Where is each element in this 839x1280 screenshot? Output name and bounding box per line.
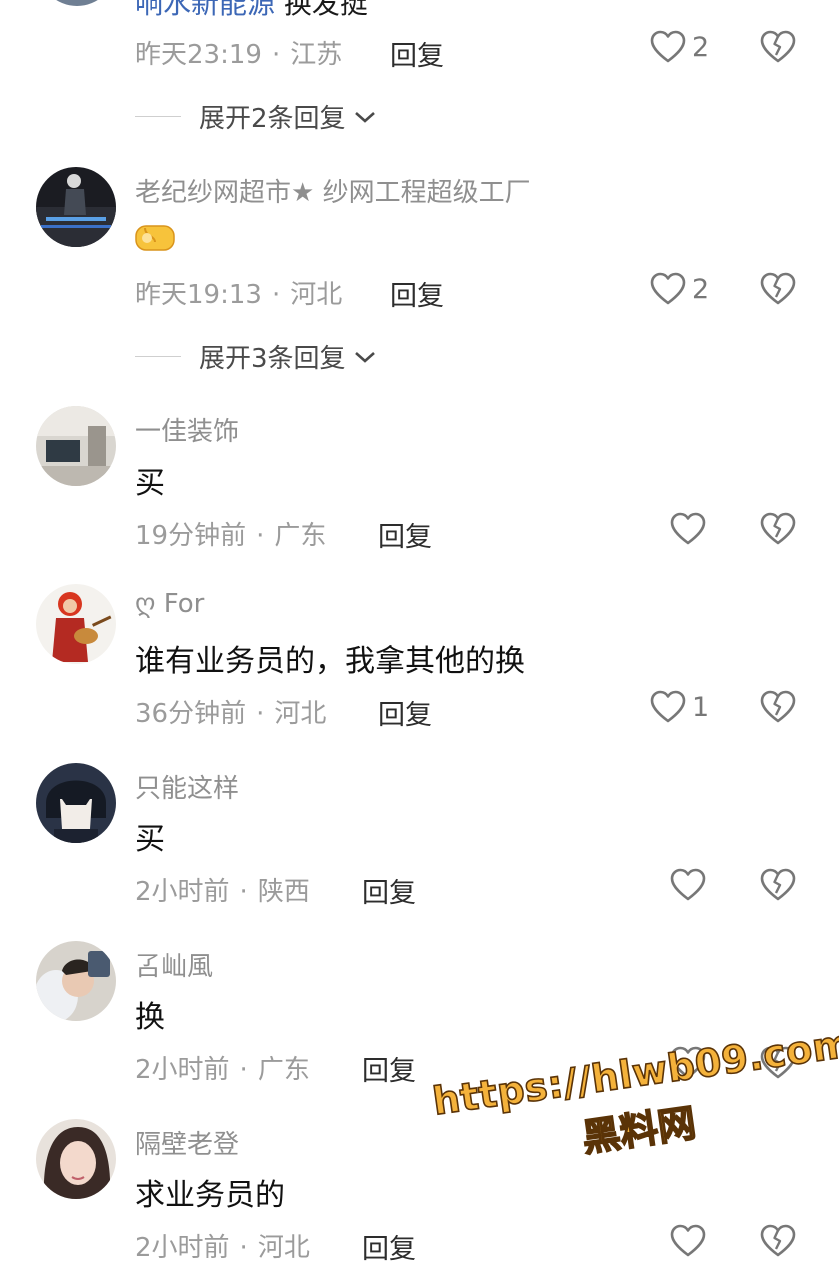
like-button[interactable] [670, 868, 712, 902]
like-count: 2 [692, 273, 710, 305]
mention-link[interactable]: 响水新能源 [135, 0, 275, 20]
comment-meta: 19分钟前 · 广东 [135, 521, 327, 551]
avatar[interactable] [38, 0, 116, 6]
like-count: 1 [692, 691, 710, 723]
comment-time: 2小时前 [135, 1055, 230, 1085]
reply-button[interactable]: 回复 [362, 1049, 416, 1088]
comment-text-partial: 响水新能源 换发挺 [135, 0, 368, 22]
comment-time: 19分钟前 [135, 521, 247, 551]
dislike-button[interactable] [760, 272, 796, 306]
avatar[interactable] [36, 763, 116, 843]
username[interactable]: 叾屾風 [135, 946, 213, 983]
expand-replies-button[interactable]: 展开2条回复 [135, 98, 378, 135]
comment-location: 河北 [257, 1233, 310, 1263]
expand-replies-button[interactable]: 展开3条回复 [135, 338, 378, 375]
username[interactable]: 一佳装饰 [135, 411, 239, 448]
username[interactable]: 隔壁老登 [135, 1124, 239, 1161]
dislike-button[interactable] [760, 868, 796, 902]
watermark: https://hlwb09.com 黑料网 [429, 1020, 839, 1182]
avatar[interactable] [36, 406, 116, 486]
avatar[interactable] [36, 1119, 116, 1199]
comment-location: 江苏 [290, 40, 343, 70]
comment-time: 昨天19:13 [135, 280, 262, 310]
comment-meta: 昨天23:19 · 江苏 [135, 40, 343, 70]
broken-heart-icon [760, 690, 796, 723]
avatar[interactable] [36, 941, 116, 1021]
dislike-button[interactable] [760, 1224, 796, 1258]
comment-meta: 昨天19:13 · 河北 [135, 280, 343, 310]
like-button[interactable]: 2 [650, 272, 709, 306]
broken-heart-icon [760, 868, 796, 901]
fist-emoji-icon [135, 225, 175, 251]
comment-meta: 36分钟前 · 河北 [135, 699, 327, 729]
reply-button[interactable]: 回复 [378, 515, 432, 554]
comment-location: 广东 [274, 521, 327, 551]
divider-line [135, 116, 181, 117]
like-button[interactable]: 1 [650, 690, 709, 724]
comment-meta: 2小时前 · 广东 [135, 1055, 310, 1085]
comment-location: 广东 [257, 1055, 310, 1085]
reply-button[interactable]: 回复 [390, 34, 444, 73]
comment-location: 河北 [274, 699, 327, 729]
divider-line [135, 356, 181, 357]
like-count: 2 [692, 31, 710, 63]
reply-button[interactable]: 回复 [362, 1227, 416, 1266]
broken-heart-icon [760, 512, 796, 545]
comment-location: 河北 [290, 280, 343, 310]
comment-text: 买 [135, 822, 165, 857]
dislike-button[interactable] [760, 30, 796, 64]
username[interactable]: 只能这样 [135, 768, 239, 805]
heart-outline-icon [670, 1224, 706, 1257]
comment-time: 2小时前 [135, 877, 230, 907]
avatar[interactable] [36, 584, 116, 664]
like-button[interactable] [670, 512, 712, 546]
comment-time: 2小时前 [135, 1233, 230, 1263]
heart-outline-icon [650, 690, 686, 723]
comment-time: 36分钟前 [135, 699, 247, 729]
heart-outline-icon [670, 512, 706, 545]
comment-meta: 2小时前 · 陕西 [135, 877, 310, 907]
comment-meta: 2小时前 · 河北 [135, 1233, 310, 1263]
username[interactable]: ღ For [135, 589, 204, 619]
reply-button[interactable]: 回复 [390, 274, 444, 313]
username[interactable]: 老纪纱网超市★ 纱网工程超级工厂 [135, 172, 531, 209]
like-button[interactable] [670, 1224, 712, 1258]
dislike-button[interactable] [760, 512, 796, 546]
comment-text: 求业务员的 [135, 1178, 285, 1213]
avatar[interactable] [36, 167, 116, 247]
comment-text: 谁有业务员的，我拿其他的换 [135, 644, 525, 679]
heart-outline-icon [650, 272, 686, 305]
reply-button[interactable]: 回复 [378, 693, 432, 732]
chevron-down-icon [354, 351, 375, 363]
comment-text: 换 [135, 1000, 165, 1035]
comment-location: 陕西 [257, 877, 310, 907]
comment-text: 买 [135, 466, 165, 501]
comment-time: 昨天23:19 [135, 40, 262, 70]
broken-heart-icon [760, 272, 796, 305]
heart-outline-icon [650, 30, 686, 63]
broken-heart-icon [760, 30, 796, 63]
chevron-down-icon [354, 111, 375, 123]
broken-heart-icon [760, 1224, 796, 1257]
reply-button[interactable]: 回复 [362, 871, 416, 910]
like-button[interactable]: 2 [650, 30, 709, 64]
heart-outline-icon [670, 868, 706, 901]
dislike-button[interactable] [760, 690, 796, 724]
